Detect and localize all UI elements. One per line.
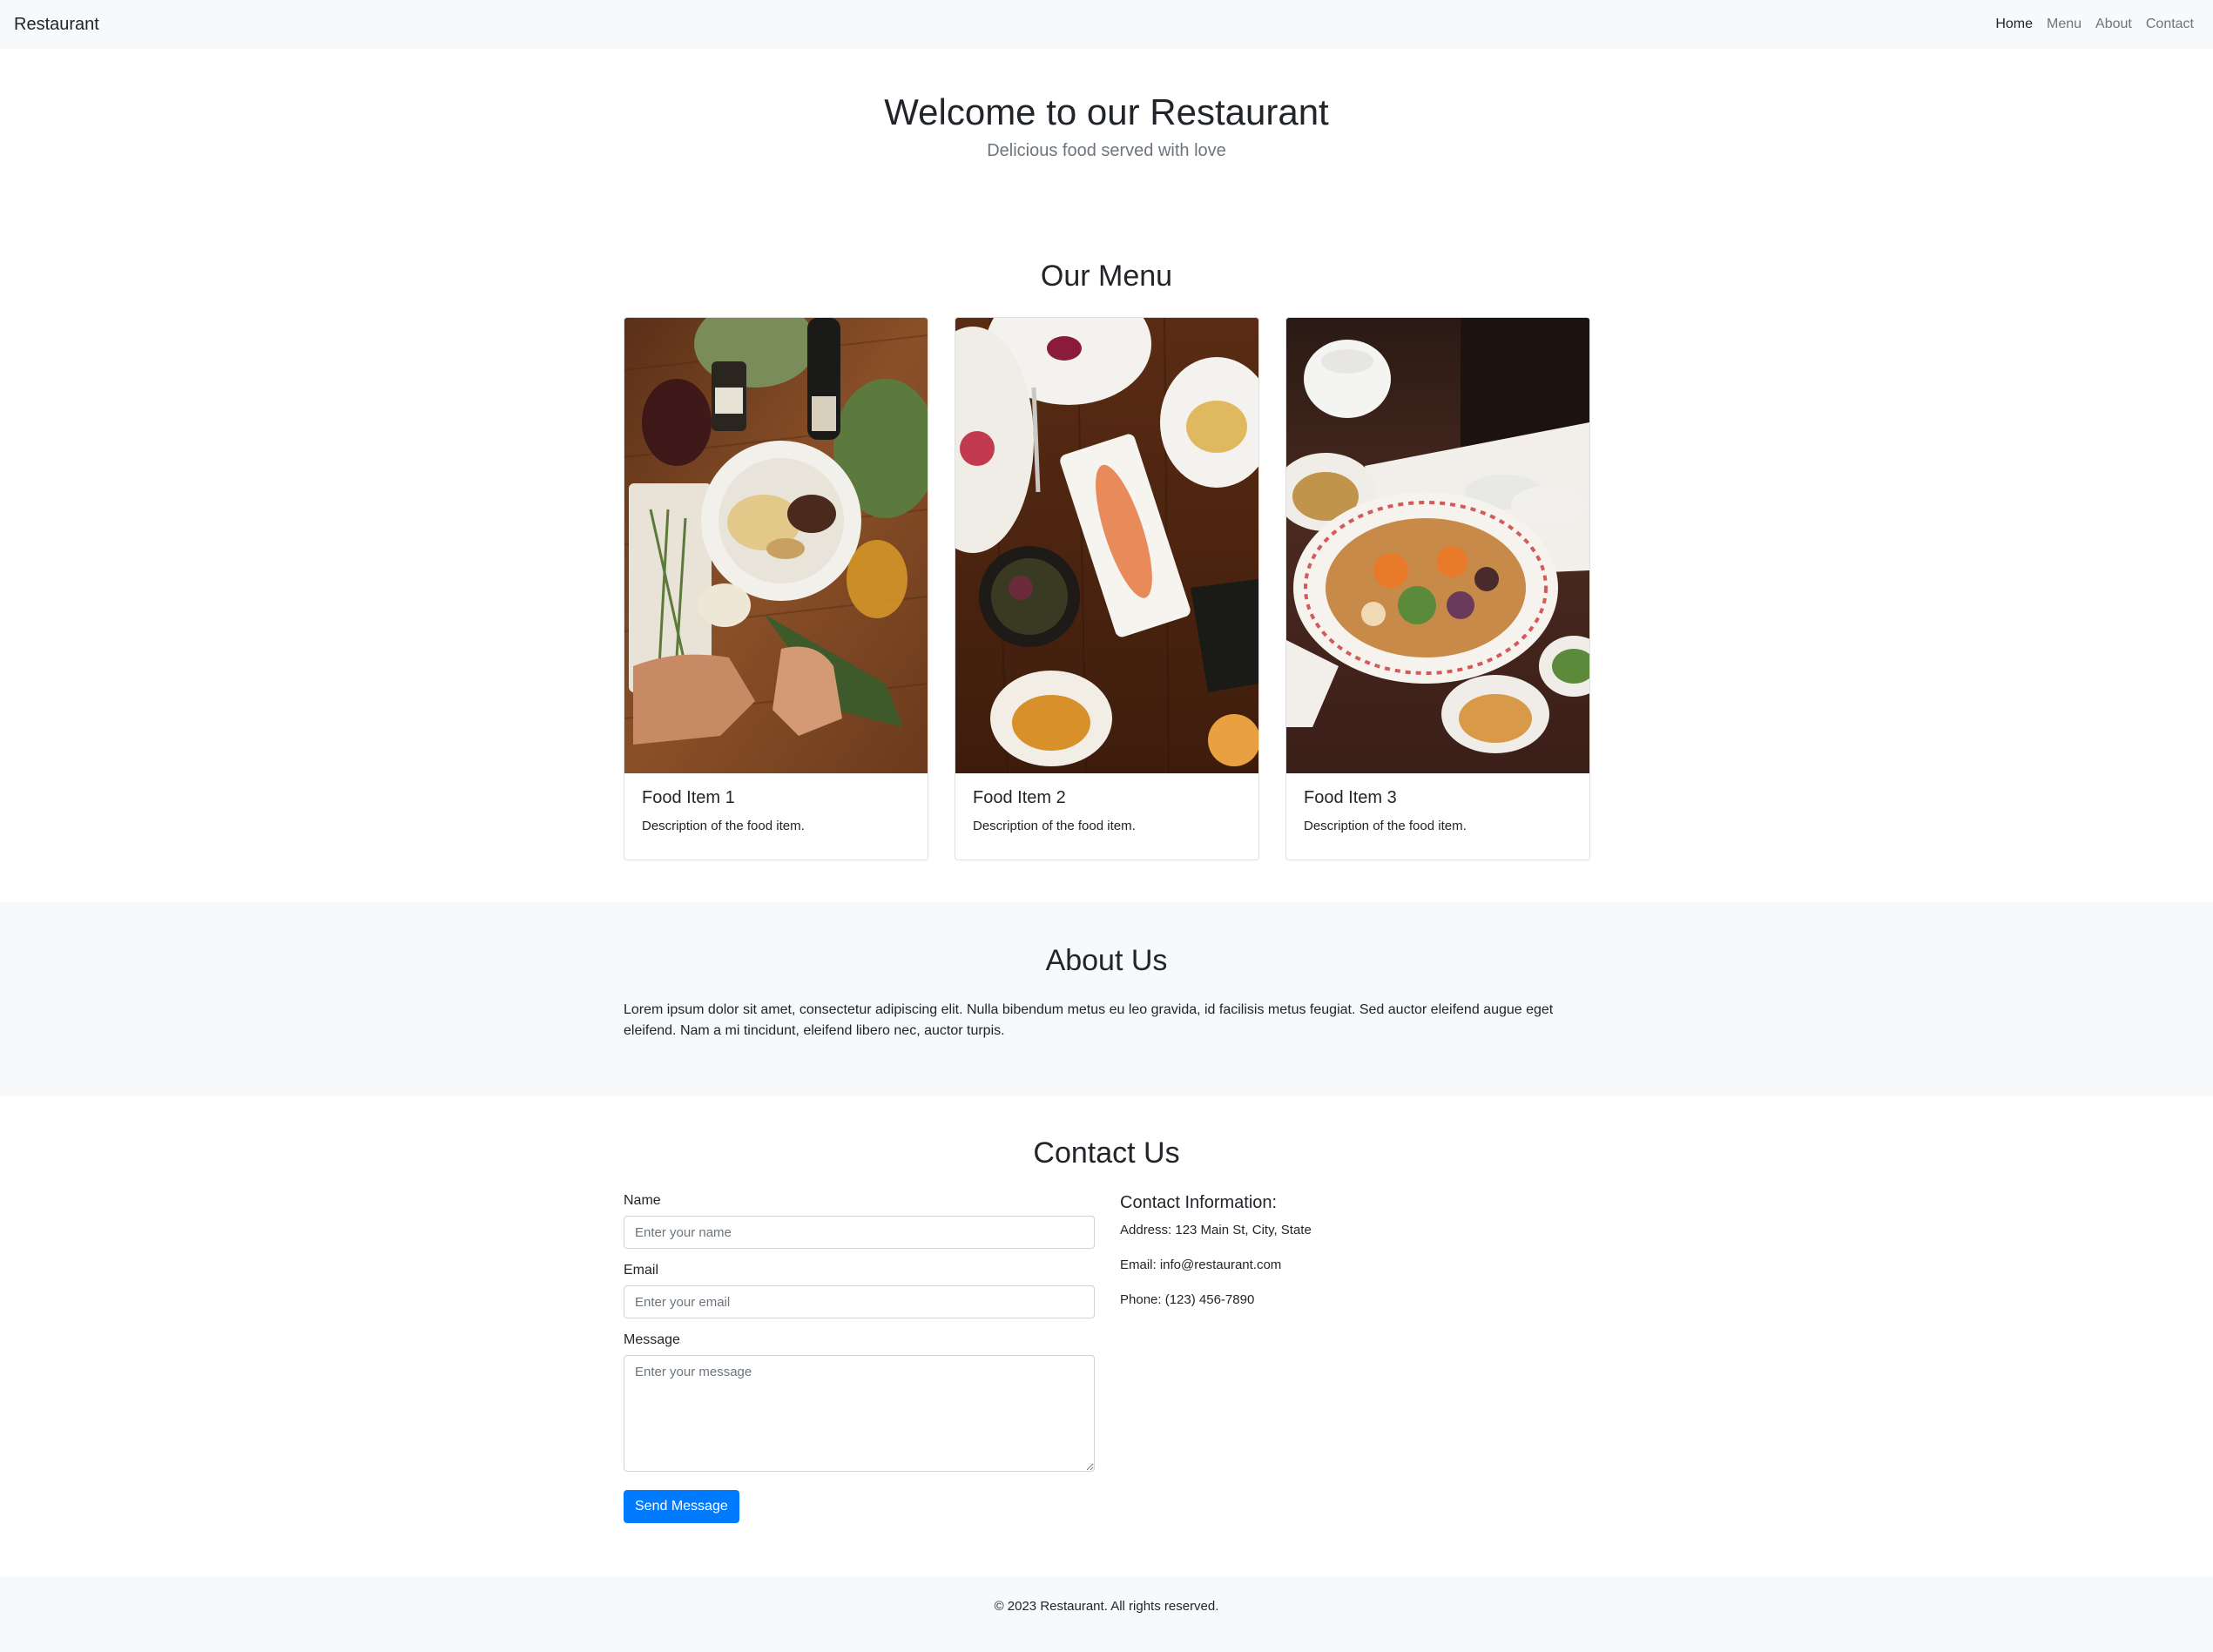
food-image-2 bbox=[955, 318, 1258, 773]
nav-link-about[interactable]: About bbox=[2088, 17, 2139, 32]
name-input[interactable] bbox=[624, 1216, 1095, 1249]
card-text: Description of the food item. bbox=[1304, 819, 1467, 833]
nav-link-menu[interactable]: Menu bbox=[2040, 17, 2088, 32]
about-section: About Us Lorem ipsum dolor sit amet, con… bbox=[0, 902, 2213, 1096]
footer: © 2023 Restaurant. All rights reserved. bbox=[0, 1576, 2213, 1652]
form-group-name: Name bbox=[624, 1193, 1095, 1249]
contact-address: Address: 123 Main St, City, State bbox=[1120, 1223, 1312, 1237]
footer-text: © 2023 Restaurant. All rights reserved. bbox=[994, 1599, 1219, 1614]
card-text: Description of the food item. bbox=[642, 819, 805, 833]
contact-info-heading: Contact Information: bbox=[1120, 1193, 1278, 1212]
hero-subtitle: Delicious food served with love bbox=[987, 141, 1226, 160]
hero-title: Welcome to our Restaurant bbox=[884, 91, 1329, 132]
nav-link-contact[interactable]: Contact bbox=[2139, 17, 2199, 32]
menu-title: Our Menu bbox=[1040, 260, 1173, 293]
nav-link-home[interactable]: Home bbox=[1988, 17, 2040, 32]
email-input[interactable] bbox=[624, 1285, 1095, 1318]
email-label: Email bbox=[624, 1263, 659, 1278]
about-text: Lorem ipsum dolor sit amet, consectetur … bbox=[624, 1002, 1554, 1038]
name-label: Name bbox=[624, 1193, 661, 1208]
contact-form: Name Email Message Send Message bbox=[624, 1193, 1095, 1523]
send-message-button[interactable]: Send Message bbox=[624, 1490, 739, 1523]
contact-phone: Phone: (123) 456-7890 bbox=[1120, 1292, 1255, 1307]
contact-title: Contact Us bbox=[1033, 1136, 1180, 1170]
message-label: Message bbox=[624, 1332, 680, 1347]
form-group-email: Email bbox=[624, 1263, 1095, 1318]
menu-card: Food Item 3 Description of the food item… bbox=[1285, 317, 1590, 860]
card-body: Food Item 2 Description of the food item… bbox=[973, 788, 1241, 833]
menu-cards: Food Item 1 Description of the food item… bbox=[624, 317, 1590, 860]
message-textarea[interactable] bbox=[624, 1355, 1095, 1472]
brand-link[interactable]: Restaurant bbox=[14, 15, 99, 35]
contact-email: Email: info@restaurant.com bbox=[1120, 1258, 1282, 1272]
food-image-3 bbox=[1286, 318, 1589, 773]
contact-info: Contact Information: Address: 123 Main S… bbox=[1120, 1193, 1590, 1325]
card-title: Food Item 1 bbox=[642, 788, 735, 807]
card-title: Food Item 2 bbox=[973, 788, 1066, 807]
form-group-message: Message bbox=[624, 1332, 1095, 1476]
card-body: Food Item 3 Description of the food item… bbox=[1304, 788, 1572, 833]
food-image-1 bbox=[624, 318, 928, 773]
menu-card: Food Item 2 Description of the food item… bbox=[955, 317, 1259, 860]
nav-links: Home Menu About Contact bbox=[1988, 17, 2199, 32]
hero-section: Welcome to our Restaurant Delicious food… bbox=[0, 49, 2213, 206]
card-body: Food Item 1 Description of the food item… bbox=[642, 788, 910, 833]
card-text: Description of the food item. bbox=[973, 819, 1136, 833]
menu-card: Food Item 1 Description of the food item… bbox=[624, 317, 928, 860]
card-title: Food Item 3 bbox=[1304, 788, 1397, 807]
navbar: Restaurant Home Menu About Contact bbox=[0, 0, 2213, 49]
about-title: About Us bbox=[1045, 944, 1168, 977]
